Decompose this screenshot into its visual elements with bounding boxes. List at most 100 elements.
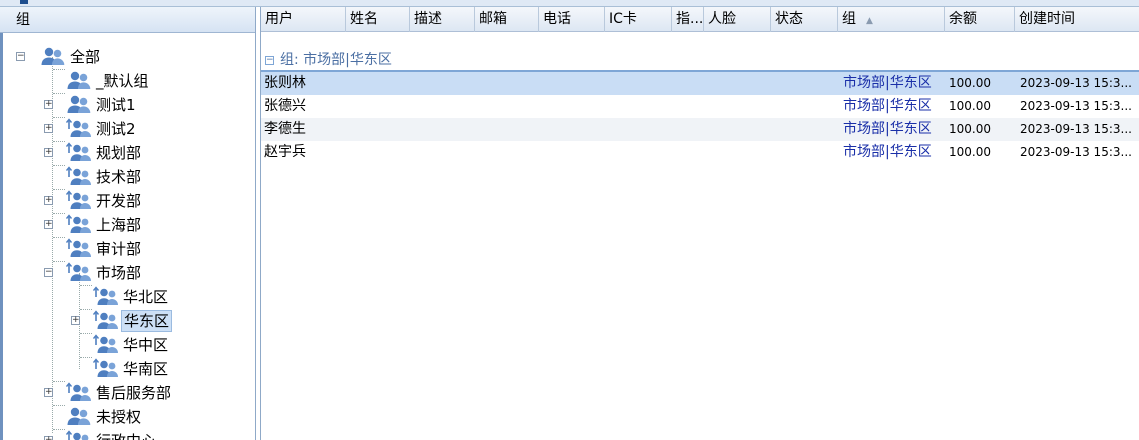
- collapse-icon[interactable]: −: [44, 268, 53, 277]
- tree-node-south[interactable]: 华南区: [93, 357, 170, 381]
- cell-created: 2023-09-13 15:3...: [1020, 76, 1132, 90]
- table-row[interactable]: 李德生 市场部|华东区 100.00 2023-09-13 15:3...: [261, 118, 1139, 141]
- col-group[interactable]: 组 ▲: [838, 7, 945, 32]
- tree-node-test2[interactable]: 测试2: [66, 117, 138, 141]
- tree-node-label: 测试2: [96, 120, 136, 138]
- sub-group-icon: [66, 118, 91, 140]
- tree-node-shanghai[interactable]: 上海部: [66, 213, 143, 237]
- tree-node-label: 技术部: [96, 168, 142, 186]
- tree-node-label: 全部: [70, 48, 101, 66]
- expand-icon[interactable]: +: [44, 388, 53, 397]
- tree-node-label: _默认组: [96, 72, 149, 90]
- tree-node-label: 售后服务部: [96, 384, 172, 402]
- tree-node-marketing[interactable]: 市场部: [66, 261, 143, 285]
- cell-balance: 100.00: [949, 145, 991, 159]
- table-row[interactable]: 张德兴 市场部|华东区 100.00 2023-09-13 15:3...: [261, 95, 1139, 118]
- tree-node-east[interactable]: 华东区: [93, 309, 173, 333]
- collapse-icon[interactable]: −: [16, 52, 25, 61]
- cell-group: 市场部|华东区: [843, 121, 932, 137]
- cell-created: 2023-09-13 15:3...: [1020, 145, 1132, 159]
- expand-icon[interactable]: +: [44, 100, 53, 109]
- col-desc[interactable]: 描述: [410, 7, 475, 32]
- tree-node-audit[interactable]: 审计部: [66, 237, 143, 261]
- tree-node-aftersales[interactable]: 售后服务部: [66, 381, 173, 405]
- expand-icon[interactable]: +: [44, 148, 53, 157]
- tree-node-label: 未授权: [96, 408, 142, 426]
- tree-node-label: 开发部: [96, 192, 142, 210]
- cell-group: 市场部|华东区: [843, 75, 932, 91]
- sub-group-icon: [66, 190, 91, 212]
- cell-group: 市场部|华东区: [843, 98, 932, 114]
- grid-header: 用户 姓名 描述 邮箱 电话 IC卡 指... 人脸 状态 组 ▲ 余额 创建时间: [261, 7, 1139, 32]
- sub-group-icon: [66, 262, 91, 284]
- sub-group-icon: [93, 310, 118, 332]
- col-user[interactable]: 用户: [261, 7, 346, 32]
- tree-node-label: 规划部: [96, 144, 142, 162]
- tree-node-planning[interactable]: 规划部: [66, 141, 143, 165]
- top-strip: [0, 0, 1139, 7]
- tree-node-tech[interactable]: 技术部: [66, 165, 143, 189]
- sub-group-icon: [66, 430, 90, 440]
- col-status[interactable]: 状态: [771, 7, 838, 32]
- tree-node-label: 行政中心: [94, 431, 158, 440]
- col-balance[interactable]: 余额: [945, 7, 1015, 32]
- cell-user: 李德生: [264, 121, 306, 137]
- expand-icon[interactable]: +: [44, 196, 53, 205]
- expand-icon[interactable]: +: [44, 124, 53, 133]
- expand-icon[interactable]: +: [44, 220, 53, 229]
- user-group-icon: [40, 46, 65, 68]
- tree-node-central[interactable]: 华中区: [93, 333, 170, 357]
- col-created[interactable]: 创建时间: [1015, 7, 1139, 32]
- cell-balance: 100.00: [949, 99, 991, 113]
- tree-header: 组: [0, 7, 255, 33]
- col-group-label: 组: [842, 11, 856, 27]
- expand-icon[interactable]: +: [44, 436, 53, 440]
- cell-group: 市场部|华东区: [843, 144, 932, 160]
- user-grid: 用户 姓名 描述 邮箱 电话 IC卡 指... 人脸 状态 组 ▲ 余额 创建时间…: [260, 7, 1139, 440]
- tree-node-label: 市场部: [96, 264, 142, 282]
- col-email[interactable]: 邮箱: [475, 7, 539, 32]
- group-tree-panel: 组 − 全部 _默认组 + 测试1 + 测试2 + 规划部技术部 + 开发部 + 上海部审计部 − 市场部华…: [0, 7, 256, 440]
- cell-user: 张则林: [264, 75, 306, 91]
- tree-node-unauthorized[interactable]: 未授权: [66, 405, 143, 429]
- col-iccard[interactable]: IC卡: [605, 7, 672, 32]
- tree-nodes: − 全部 _默认组 + 测试1 + 测试2 + 规划部技术部 + 开发部 + 上海部审计部 − 市场部华北区…: [0, 33, 255, 440]
- expand-icon[interactable]: +: [71, 316, 80, 325]
- window-nub: [20, 0, 28, 4]
- tree-node-label: 测试1: [96, 96, 136, 114]
- collapse-icon[interactable]: −: [265, 55, 274, 65]
- sub-group-icon: [66, 238, 91, 260]
- sort-asc-icon: ▲: [866, 16, 873, 26]
- tree-node-north[interactable]: 华北区: [93, 285, 170, 309]
- sub-group-icon: [66, 382, 91, 404]
- sub-group-icon: [93, 334, 118, 356]
- sub-group-icon: [66, 214, 91, 236]
- tree-node-test1[interactable]: 测试1: [66, 93, 138, 117]
- cell-balance: 100.00: [949, 76, 991, 90]
- tree-node-label: 华东区: [121, 310, 173, 332]
- cell-balance: 100.00: [949, 122, 991, 136]
- tree-node-label: 华北区: [123, 288, 169, 306]
- group-row-label: 组: 市场部|华东区: [280, 52, 392, 68]
- cell-user: 赵宇兵: [264, 144, 306, 160]
- sub-group-icon: [93, 358, 118, 380]
- sub-group-icon: [93, 286, 118, 308]
- user-group-icon: [66, 94, 91, 116]
- cell-created: 2023-09-13 15:3...: [1020, 99, 1132, 113]
- col-name[interactable]: 姓名: [346, 7, 410, 32]
- tree-node-admin[interactable]: 行政中心: [66, 429, 158, 440]
- tree-node-label: 华南区: [123, 360, 169, 378]
- col-finger[interactable]: 指...: [672, 7, 704, 32]
- col-phone[interactable]: 电话: [539, 7, 605, 32]
- table-row[interactable]: 赵宇兵 市场部|华东区 100.00 2023-09-13 15:3...: [261, 141, 1139, 164]
- table-row[interactable]: 张则林 市场部|华东区 100.00 2023-09-13 15:3...: [261, 72, 1139, 95]
- col-face[interactable]: 人脸: [704, 7, 771, 32]
- tree-node-default[interactable]: _默认组: [66, 69, 151, 93]
- user-group-icon: [66, 406, 91, 428]
- tree-node-dev[interactable]: 开发部: [66, 189, 143, 213]
- cell-created: 2023-09-13 15:3...: [1020, 122, 1132, 136]
- group-row-header[interactable]: − 组: 市场部|华东区: [261, 50, 1139, 72]
- tree-node-all[interactable]: 全部: [40, 45, 102, 69]
- tree-node-label: 审计部: [96, 240, 142, 258]
- cell-user: 张德兴: [264, 98, 306, 114]
